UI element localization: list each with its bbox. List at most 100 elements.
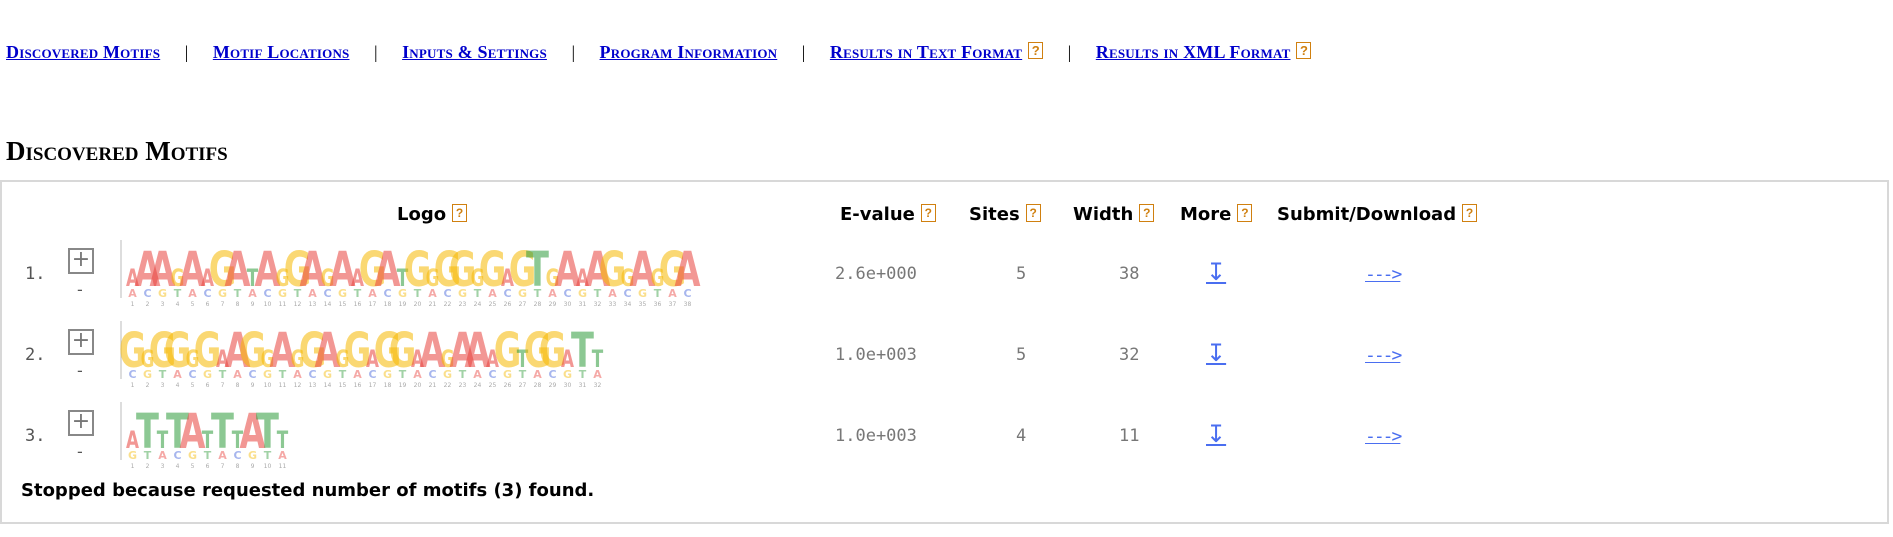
logo-position-tick: 8	[236, 301, 240, 308]
logo-letter: G	[158, 287, 167, 300]
motif-logo[interactable]: AA1AC2AG3GT4AA5AC6GG7AT8TA9AC10GG11GT12A…	[113, 234, 803, 308]
logo-position-tick: 7	[221, 301, 225, 308]
logo-letter: T	[279, 368, 287, 381]
logo-position-tick: 14	[324, 382, 332, 389]
logo-letter: G	[503, 368, 512, 381]
header-more: More?	[1180, 204, 1253, 225]
logo-position-tick: 23	[459, 301, 467, 308]
submit-download-link[interactable]: --->	[1365, 345, 1402, 366]
logo-letter: T	[264, 449, 272, 462]
logo-position-tick: 2	[146, 382, 150, 389]
motif-logo[interactable]: AG1TT2TA3TC4AG5TT6TA7TC8AG9TT10TA11	[113, 396, 803, 470]
logo-position-tick: 6	[206, 382, 210, 389]
logo-position-tick: 8	[236, 463, 240, 470]
nav-program-information[interactable]: Program Information	[600, 42, 778, 62]
motif-row: 1. + - A A 1 A C 2 A G 3 G T 4 A A 5 A C 6 G G 7 A T 8 T A 9 A C 10 G G…	[2, 234, 1887, 312]
header-more-label: More	[1180, 204, 1232, 225]
submit-download-link[interactable]: --->	[1365, 264, 1402, 285]
logo-position-tick: 24	[474, 382, 482, 389]
logo-position-tick: 34	[624, 301, 632, 308]
logo-position-tick: 1	[131, 301, 135, 308]
header-sites-label: Sites	[969, 204, 1020, 225]
more-link[interactable]: ↧	[1206, 341, 1226, 365]
logo-position-tick: 21	[429, 301, 437, 308]
logo-letter: G	[203, 368, 212, 381]
nav-results-xml[interactable]: Results in XML Format	[1096, 42, 1291, 62]
header-logo-label: Logo	[397, 204, 447, 225]
logo-position-tick: 18	[384, 382, 392, 389]
logo-position-tick: 12	[294, 382, 302, 389]
logo-letter: C	[428, 368, 436, 381]
header-evalue-label: E-value	[840, 204, 915, 225]
nav-motif-locations[interactable]: Motif Locations	[213, 42, 350, 62]
logo-letter: T	[534, 287, 542, 300]
logo-position-tick: 2	[146, 463, 150, 470]
logo-position-tick: 21	[429, 382, 437, 389]
submit-download-link[interactable]: --->	[1365, 426, 1402, 447]
logo-position-tick: 38	[684, 301, 692, 308]
nav-separator: |	[571, 42, 576, 62]
expand-button[interactable]: +	[68, 248, 94, 274]
logo-position-tick: 11	[279, 463, 287, 470]
logo-position-tick: 22	[444, 382, 452, 389]
logo-position-tick: 6	[206, 301, 210, 308]
logo-position-tick: 36	[654, 301, 662, 308]
nav-discovered-motifs[interactable]: Discovered Motifs	[6, 42, 160, 62]
logo-position-tick: 11	[279, 301, 287, 308]
expand-button[interactable]: +	[68, 329, 94, 355]
logo-letter: G	[323, 368, 332, 381]
help-icon[interactable]: ?	[1237, 204, 1253, 222]
logo-position-tick: 15	[339, 382, 347, 389]
logo-position-tick: 26	[504, 382, 512, 389]
logo-position-tick: 13	[309, 382, 317, 389]
help-icon[interactable]: ?	[1462, 204, 1478, 222]
logo-position-tick: 3	[161, 301, 165, 308]
more-link[interactable]: ↧	[1206, 260, 1226, 284]
header-width-label: Width	[1073, 204, 1134, 225]
logo-position-tick: 13	[309, 301, 317, 308]
nav-results-text[interactable]: Results in Text Format	[830, 42, 1022, 62]
logo-position-tick: 10	[264, 463, 272, 470]
logo-position-tick: 28	[534, 301, 542, 308]
width-cell: 11	[1119, 426, 1140, 446]
logo-letter: C	[128, 368, 136, 381]
logo-position-tick: 29	[549, 382, 557, 389]
logo-position-tick: 32	[594, 382, 602, 389]
nav-separator: |	[184, 42, 189, 62]
width-cell: 32	[1119, 345, 1140, 365]
motif-row: 2. + - G C 1 G G 2 G T 3 G A 4 G C 5 G G 6 A T 7 A A 8 G C 9 G G 10 A T…	[2, 315, 1887, 393]
logo-position-tick: 3	[161, 463, 165, 470]
logo-position-tick: 31	[579, 301, 587, 308]
help-icon[interactable]: ?	[452, 204, 468, 222]
help-icon[interactable]: ?	[1025, 204, 1041, 222]
logo-position-tick: 30	[564, 301, 572, 308]
logo-letter: T	[234, 287, 242, 300]
logo-letter: G	[458, 287, 467, 300]
logo-letter: G	[188, 449, 197, 462]
logo-position-tick: 9	[251, 463, 255, 470]
logo-letter: C	[683, 287, 691, 300]
help-icon[interactable]: ?	[920, 204, 936, 222]
motif-row: 3. + - A G 1 T T 2 T A 3 T C 4 A G 5 T T 6 T A 7 T C 8 A G 9 T T 10 T A…	[2, 396, 1887, 474]
logo-position-tick: 2	[146, 301, 150, 308]
motif-logo[interactable]: GC1GG2GT3GA4GC5GG6AT7AA8GC9GG10AT11GA12G…	[113, 315, 803, 389]
header-submit-label: Submit/Download	[1277, 204, 1457, 225]
header-evalue: E-value?	[840, 204, 936, 225]
nav-inputs-settings[interactable]: Inputs & Settings	[402, 42, 547, 62]
logo-position-tick: 16	[354, 301, 362, 308]
more-link[interactable]: ↧	[1206, 422, 1226, 446]
evalue-cell: 1.0e+003	[835, 345, 917, 365]
logo-position-tick: 4	[176, 301, 180, 308]
sites-cell: 5	[1016, 345, 1027, 365]
help-icon[interactable]: ?	[1028, 42, 1044, 59]
help-icon[interactable]: ?	[1296, 42, 1312, 59]
logo-position-tick: 4	[176, 382, 180, 389]
collapse-indicator: -	[77, 280, 83, 299]
logo-position-tick: 27	[519, 382, 527, 389]
expand-button[interactable]: +	[68, 410, 94, 436]
logo-position-tick: 28	[534, 382, 542, 389]
logo-position-tick: 30	[564, 382, 572, 389]
help-icon[interactable]: ?	[1139, 204, 1155, 222]
sites-cell: 4	[1016, 426, 1027, 446]
logo-letter: A	[488, 287, 497, 300]
